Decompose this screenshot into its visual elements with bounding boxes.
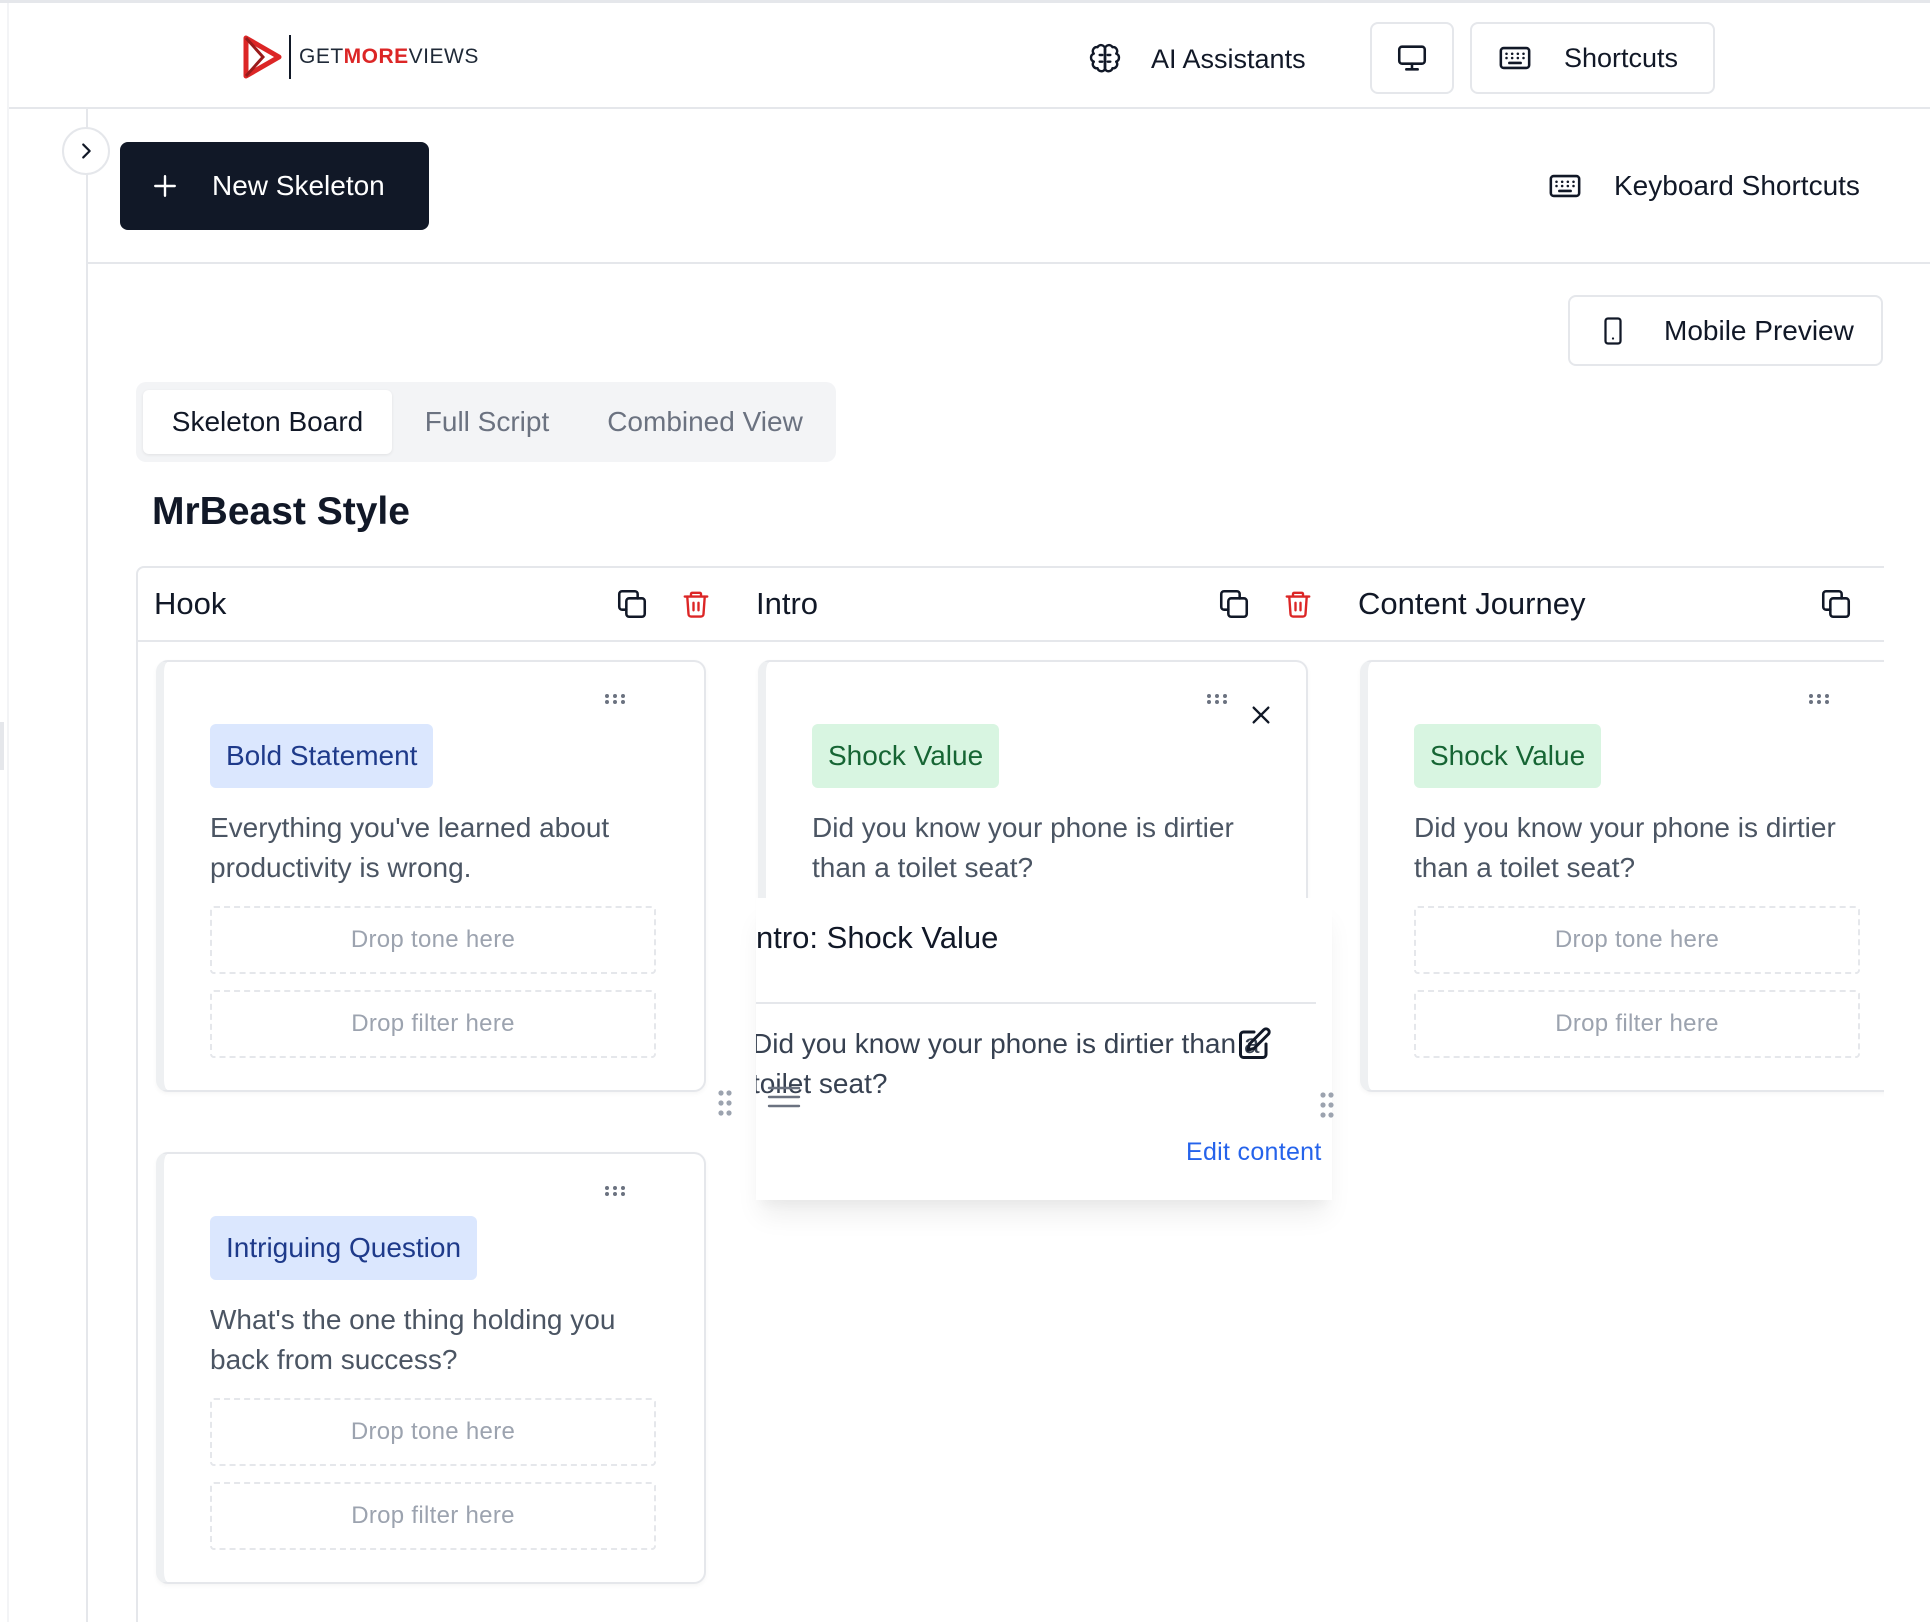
popover-divider [756, 1002, 1316, 1004]
left-border [7, 3, 9, 1622]
keyboard-icon [1499, 46, 1531, 70]
toolbar-divider [88, 262, 1930, 264]
card-text: What's the one thing holding you back fr… [210, 1304, 616, 1375]
close-icon[interactable] [1244, 698, 1278, 732]
smartphone-icon [1604, 316, 1622, 345]
popover-title: ntro: Shock Value [756, 920, 999, 955]
card-text: Did you know your phone is dirtier than … [812, 812, 1234, 883]
card-text: Did you know your phone is dirtier than … [1414, 812, 1836, 883]
drop-tone-zone[interactable]: Drop tone here [1414, 906, 1860, 974]
drag-handle-icon[interactable] [716, 1088, 734, 1118]
copy-icon[interactable] [614, 586, 650, 622]
tab-combined-view[interactable]: Combined View [580, 390, 830, 454]
card-badge: Shock Value [1414, 724, 1602, 788]
column-header-intro: Intro [738, 568, 1340, 642]
ai-assistants-label: AI Assistants [1151, 43, 1306, 74]
popover-text: Did you know your phone is dirtier than … [756, 1028, 1260, 1099]
card-badge: Shock Value [812, 724, 1000, 788]
resize-handle[interactable] [0, 722, 4, 770]
card-badge: Bold Statement [210, 724, 434, 788]
monitor-icon [1397, 45, 1427, 71]
more-horizontal-icon[interactable] [600, 1174, 634, 1208]
skeleton-board: Hook Bold Statement Everything you've le… [136, 566, 1884, 1622]
logo-wordmark: GETMOREVIEWS [299, 45, 479, 68]
mobile-preview-label: Mobile Preview [1664, 314, 1854, 346]
skeleton-card[interactable]: Intriguing Question What's the one thing… [156, 1152, 706, 1584]
brain-icon [1089, 43, 1121, 73]
more-horizontal-icon[interactable] [600, 682, 634, 716]
shortcuts-label: Shortcuts [1564, 42, 1679, 73]
plus-icon [154, 175, 176, 197]
keyboard-icon [1549, 174, 1581, 198]
trash-icon[interactable] [678, 586, 714, 622]
drop-filter-zone[interactable]: Drop filter here [210, 1482, 656, 1550]
drop-filter-zone[interactable]: Drop filter here [210, 990, 656, 1058]
logo-divider [289, 35, 291, 79]
chevron-right-icon [82, 143, 91, 159]
column-title: Hook [154, 586, 227, 621]
monitor-button[interactable] [1370, 22, 1454, 94]
menu-lines-icon[interactable] [766, 1082, 802, 1112]
drop-filter-zone[interactable]: Drop filter here [1414, 990, 1860, 1058]
sidebar-border [86, 109, 88, 1622]
column-header-content-journey: Content Journey [1340, 568, 1884, 642]
skeleton-card[interactable]: Shock Value Did you know your phone is d… [1360, 660, 1884, 1092]
edit-icon[interactable] [1236, 1026, 1272, 1062]
tab-skeleton-board[interactable]: Skeleton Board [143, 390, 392, 454]
card-detail-popover: ntro: Shock Value Did you know your phon… [756, 898, 1332, 1200]
shortcuts-button[interactable]: Shortcuts [1470, 22, 1715, 94]
sidebar-toggle-button[interactable] [62, 127, 110, 175]
logo[interactable]: GETMOREVIEWS [241, 33, 479, 81]
logo-play-icon [243, 35, 282, 79]
column-header-hook: Hook [138, 568, 738, 642]
skeleton-card[interactable]: Bold Statement Everything you've learned… [156, 660, 706, 1092]
drop-tone-zone[interactable]: Drop tone here [210, 1398, 656, 1466]
card-badge: Intriguing Question [210, 1216, 478, 1280]
drag-handle-icon[interactable] [1318, 1090, 1336, 1120]
skeleton-title: MrBeast Style [152, 490, 410, 533]
app-header: GETMOREVIEWS AI Assistants Shortcuts [9, 3, 1930, 109]
keyboard-shortcuts-label: Keyboard Shortcuts [1614, 170, 1860, 201]
mobile-preview-button[interactable]: Mobile Preview [1568, 295, 1883, 366]
tab-full-script[interactable]: Full Script [402, 390, 572, 454]
column-title: Intro [756, 586, 819, 621]
keyboard-shortcuts-button[interactable]: Keyboard Shortcuts [1548, 166, 1860, 206]
more-horizontal-icon[interactable] [1804, 682, 1838, 716]
trash-icon[interactable] [1280, 586, 1316, 622]
new-skeleton-button[interactable]: New Skeleton [120, 142, 429, 230]
new-skeleton-label: New Skeleton [212, 170, 385, 201]
copy-icon[interactable] [1216, 586, 1252, 622]
copy-icon[interactable] [1818, 586, 1854, 622]
drop-tone-zone[interactable]: Drop tone here [210, 906, 656, 974]
view-tabs: Skeleton Board Full Script Combined View [136, 382, 836, 462]
column-title: Content Journey [1358, 586, 1586, 621]
ai-assistants-button[interactable]: AI Assistants [1089, 35, 1306, 83]
edit-content-link[interactable]: Edit content [1186, 1138, 1322, 1167]
card-text: Everything you've learned about producti… [210, 812, 610, 883]
more-horizontal-icon[interactable] [1202, 682, 1236, 716]
